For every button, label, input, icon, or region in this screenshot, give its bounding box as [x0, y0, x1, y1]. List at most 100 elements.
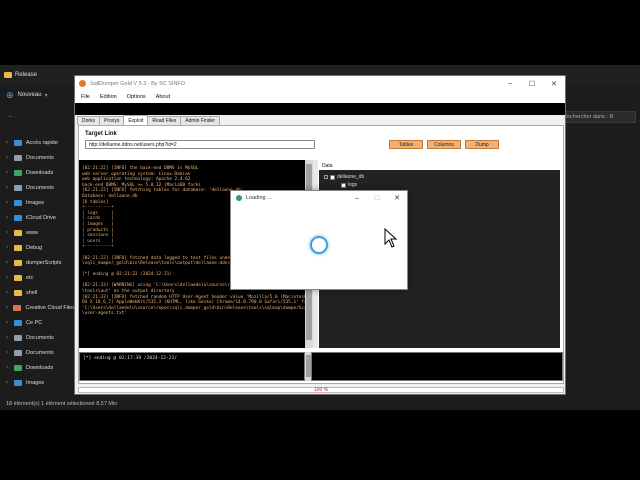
expand-icon[interactable]: [324, 175, 328, 179]
sqli-banner: [75, 103, 565, 115]
plus-icon: ⊕: [6, 89, 14, 100]
sidebar-item-label: Documents: [26, 154, 54, 161]
maximize-icon[interactable]: ☐: [521, 76, 543, 91]
chevron-down-icon: ▾: [44, 92, 48, 99]
sidebar-item[interactable]: › iCloud Drive: [0, 210, 75, 225]
tab-proxys[interactable]: Proxys: [99, 116, 125, 125]
sidebar-item[interactable]: › Accès rapide: [0, 135, 75, 150]
sidebar-item-label: Downloads: [26, 169, 54, 176]
data-label: Data: [322, 163, 333, 169]
chevron-right-icon[interactable]: ›: [6, 290, 14, 296]
sidebar-item[interactable]: › www: [0, 225, 75, 240]
checkbox[interactable]: [330, 174, 335, 180]
images-icon: [14, 199, 22, 206]
chevron-right-icon[interactable]: ›: [6, 380, 14, 386]
cloud-icon: [13, 304, 22, 311]
chevron-right-icon[interactable]: ›: [6, 200, 14, 206]
explorer-title: Release: [15, 72, 38, 78]
command-output[interactable]: [*] ending @ 02:17:39 /2024-12-21/: [79, 352, 305, 381]
tab-dorks[interactable]: Dorks: [77, 116, 101, 125]
tab-exploit[interactable]: Exploit: [123, 115, 149, 125]
app-icon: [236, 195, 242, 201]
tab-read-files[interactable]: Read Files: [147, 116, 182, 125]
chevron-right-icon[interactable]: ›: [6, 230, 14, 236]
sidebar-item[interactable]: › Documents: [0, 180, 75, 195]
chevron-right-icon[interactable]: ›: [6, 260, 14, 266]
menu-file[interactable]: File: [81, 94, 90, 100]
sidebar-item[interactable]: › Downloads: [0, 165, 75, 180]
checkbox[interactable]: [341, 182, 346, 188]
sidebar-item[interactable]: › dumperScripts: [0, 255, 75, 270]
explorer-status-bar: 18 élément(s) 1 élément sélectionné 8,57…: [0, 398, 640, 410]
sidebar-item-label: Ce PC: [26, 319, 43, 326]
sidebar-item[interactable]: › etc: [0, 270, 75, 285]
close-icon[interactable]: ✕: [543, 76, 565, 91]
chevron-right-icon[interactable]: ›: [6, 305, 13, 311]
columns-button[interactable]: Columns: [427, 140, 461, 149]
sidebar-item[interactable]: › Images: [0, 375, 75, 390]
tree-node-database[interactable]: dellaone_db: [324, 174, 364, 180]
chevron-right-icon[interactable]: ›: [6, 320, 14, 326]
chevron-right-icon[interactable]: ›: [6, 215, 14, 221]
chevron-right-icon[interactable]: ›: [6, 155, 14, 161]
chevron-right-icon[interactable]: ›: [6, 275, 14, 281]
documents-icon: [14, 184, 22, 191]
sidebar-item-label: Images: [26, 199, 45, 206]
chevron-right-icon[interactable]: ›: [6, 350, 14, 356]
folder-icon: [14, 289, 22, 296]
search-placeholder: Rechercher dans : R: [563, 114, 614, 120]
folder-icon: [14, 259, 22, 266]
sidebar-item[interactable]: › Documents: [0, 330, 75, 345]
folder-icon: [14, 229, 22, 236]
sidebar-item[interactable]: › shell: [0, 285, 75, 300]
menu-about[interactable]: About: [156, 94, 170, 100]
sidebar-item-label: Downloads: [26, 364, 54, 371]
sidebar-item-label: shell: [26, 289, 38, 296]
star-icon: [14, 139, 22, 146]
explorer-search-input[interactable]: Rechercher dans : R: [556, 111, 636, 123]
images-icon: [14, 379, 22, 386]
cloud-icon: [14, 214, 22, 221]
sidebar-item[interactable]: › Downloads: [0, 360, 75, 375]
tables-button[interactable]: Tables: [389, 140, 423, 149]
sidebar-item[interactable]: › Documents: [0, 150, 75, 165]
chevron-right-icon[interactable]: ›: [6, 140, 14, 146]
folder-icon: [4, 72, 12, 78]
sidebar-item[interactable]: › Ce PC: [0, 315, 75, 330]
chevron-right-icon[interactable]: ›: [6, 185, 14, 191]
folder-icon: [14, 274, 22, 281]
tab-admin-finder[interactable]: Admin Finder: [180, 116, 220, 125]
progress-bar: 100 %: [78, 387, 564, 393]
secondary-output[interactable]: [311, 352, 563, 381]
sidebar-item[interactable]: › Documents: [0, 345, 75, 360]
sidebar-item-label: Documents: [26, 349, 54, 356]
sidebar-item[interactable]: › Creative Cloud Files: [0, 300, 75, 315]
chevron-right-icon[interactable]: ›: [6, 365, 14, 371]
minimize-icon[interactable]: –: [499, 76, 521, 91]
sqli-titlebar: SqliDumper Gold V 5.3 - By SC SINFO – ☐ …: [75, 76, 565, 91]
sidebar-item[interactable]: › Debug: [0, 240, 75, 255]
mouse-cursor-icon: [384, 228, 398, 248]
app-icon: [79, 80, 86, 87]
minimize-icon[interactable]: –: [347, 191, 367, 205]
new-button[interactable]: ⊕ Nouveau ▾: [6, 90, 48, 101]
menu-edition[interactable]: Edition: [100, 94, 117, 100]
chevron-right-icon[interactable]: ›: [6, 245, 14, 251]
sidebar-item-label: etc: [26, 274, 34, 281]
tree-node-table[interactable]: logs: [341, 182, 357, 188]
sidebar-item[interactable]: › Images: [0, 195, 75, 210]
pc-icon: [14, 319, 22, 326]
new-button-label: Nouveau: [17, 92, 42, 98]
target-url-input[interactable]: http://dellaone.ddns.net/users.php?id=2: [85, 140, 315, 149]
sidebar-item-label: dumperScripts: [26, 259, 62, 266]
chevron-right-icon[interactable]: ›: [6, 170, 14, 176]
sqli-menubar: File Edition Options About: [75, 91, 565, 103]
menu-options[interactable]: Options: [127, 94, 146, 100]
dump-button[interactable]: Dump: [465, 140, 499, 149]
progress-text: 100 %: [313, 387, 329, 393]
back-arrow-icon[interactable]: ←: [8, 113, 14, 119]
close-icon[interactable]: ✕: [387, 191, 407, 205]
sidebar-item-label: Images: [26, 379, 45, 386]
loading-title: Loading ...: [246, 195, 272, 201]
chevron-right-icon[interactable]: ›: [6, 335, 14, 341]
